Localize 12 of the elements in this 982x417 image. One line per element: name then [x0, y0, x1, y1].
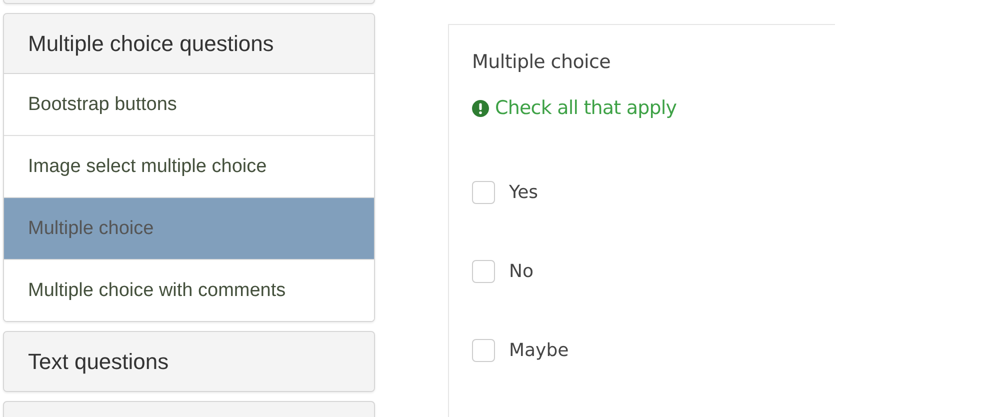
- accordion-header[interactable]: Multiple choice questions: [4, 14, 374, 73]
- sidebar-item[interactable]: Multiple choice with comments: [4, 259, 374, 321]
- checkbox[interactable]: [472, 260, 495, 283]
- option-label: No: [509, 261, 534, 282]
- option-label: Maybe: [509, 340, 569, 361]
- question-title: Multiple choice: [472, 51, 611, 73]
- checkbox[interactable]: [472, 339, 495, 362]
- exclamation-icon: [472, 100, 489, 116]
- accordion-header[interactable]: Text questions: [4, 332, 374, 391]
- hint-text: Check all that apply: [495, 97, 677, 119]
- option-label: Yes: [509, 182, 538, 203]
- checkbox[interactable]: [472, 181, 495, 204]
